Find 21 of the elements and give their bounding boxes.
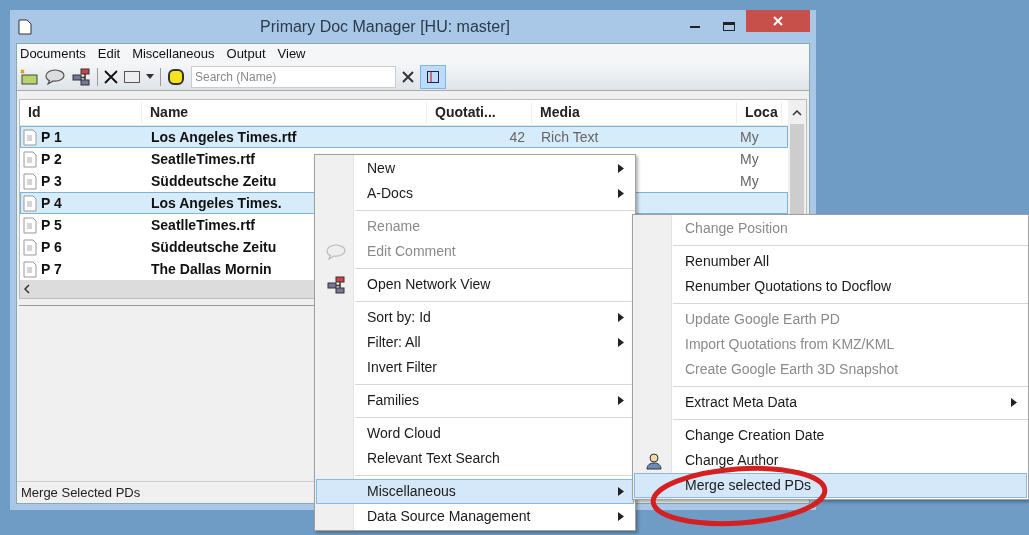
id-cell-text: P 4 [41,193,62,213]
quotations-cell-text: 42 [509,127,525,147]
location-cell: My [740,151,759,167]
name-cell: Los Angeles Times.rtf [151,129,297,145]
status-text: Merge Selected PDs [21,483,141,502]
name-cell: SeatlleTimes.rtf [151,151,255,167]
location-cell: My [740,129,759,145]
id-cell-text: P 7 [41,259,62,279]
id-cell-text: P 1 [41,127,62,147]
media-cell: Rich Text [541,129,599,145]
location-cell: My [740,173,759,189]
name-cell: Süddeutsche Zeitu [151,173,277,189]
window-title: Primary Doc Manager [HU: master] [259,16,511,37]
name-cell: SeatlleTimes.rtf [151,217,255,233]
name-cell: The Dallas Mornin [151,261,272,277]
id-cell-text: P 3 [41,171,62,191]
name-cell: Süddeutsche Zeitu [151,239,277,255]
id-cell-text: P 6 [41,237,62,257]
name-cell: Los Angeles Times. [151,195,282,211]
id-cell-text: P 2 [41,149,62,169]
id-cell-text: P 5 [41,215,62,235]
